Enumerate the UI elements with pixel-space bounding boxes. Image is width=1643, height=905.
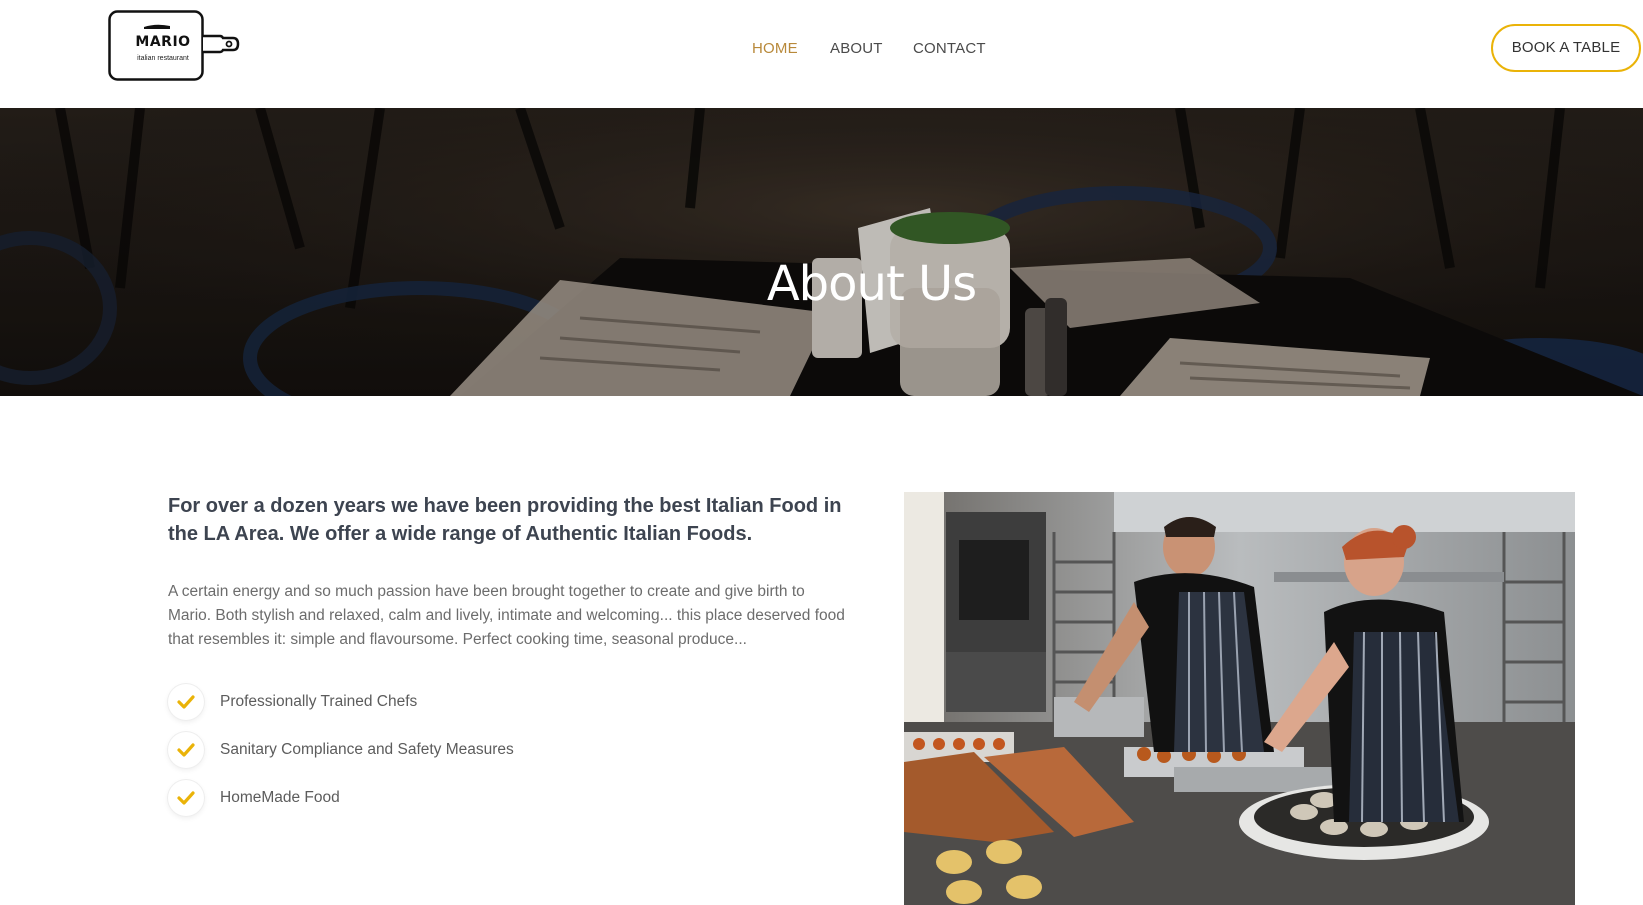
about-description: A certain energy and so much passion hav… (168, 583, 845, 648)
check-icon (168, 732, 204, 768)
feature-list: Professionally Trained Chefs Sanitary Co… (168, 684, 768, 828)
nav-home[interactable]: HOME (752, 40, 798, 57)
feature-item: HomeMade Food (168, 780, 768, 816)
check-icon (168, 780, 204, 816)
nav-about[interactable]: ABOUT (830, 40, 883, 57)
feature-item: Professionally Trained Chefs (168, 684, 768, 720)
check-icon (168, 684, 204, 720)
feature-label: Professionally Trained Chefs (220, 693, 418, 710)
nav-contact[interactable]: CONTACT (913, 40, 986, 57)
about-lead-heading: For over a dozen years we have been prov… (168, 495, 842, 545)
hero-banner: About Us (0, 108, 1643, 396)
kitchen-image (904, 492, 1575, 905)
feature-label: Sanitary Compliance and Safety Measures (220, 741, 514, 758)
restaurant-interior-image (0, 108, 1643, 396)
site-header: MARIO italian restaurant HOME ABOUT CONT… (0, 0, 1643, 108)
feature-item: Sanitary Compliance and Safety Measures (168, 732, 768, 768)
page-title: About Us (766, 256, 977, 313)
feature-label: HomeMade Food (220, 789, 340, 806)
book-table-button[interactable]: BOOK A TABLE (1491, 24, 1641, 72)
kitchen-chefs-photo (904, 492, 1575, 905)
main-nav: HOME ABOUT CONTACT (0, 40, 1643, 60)
